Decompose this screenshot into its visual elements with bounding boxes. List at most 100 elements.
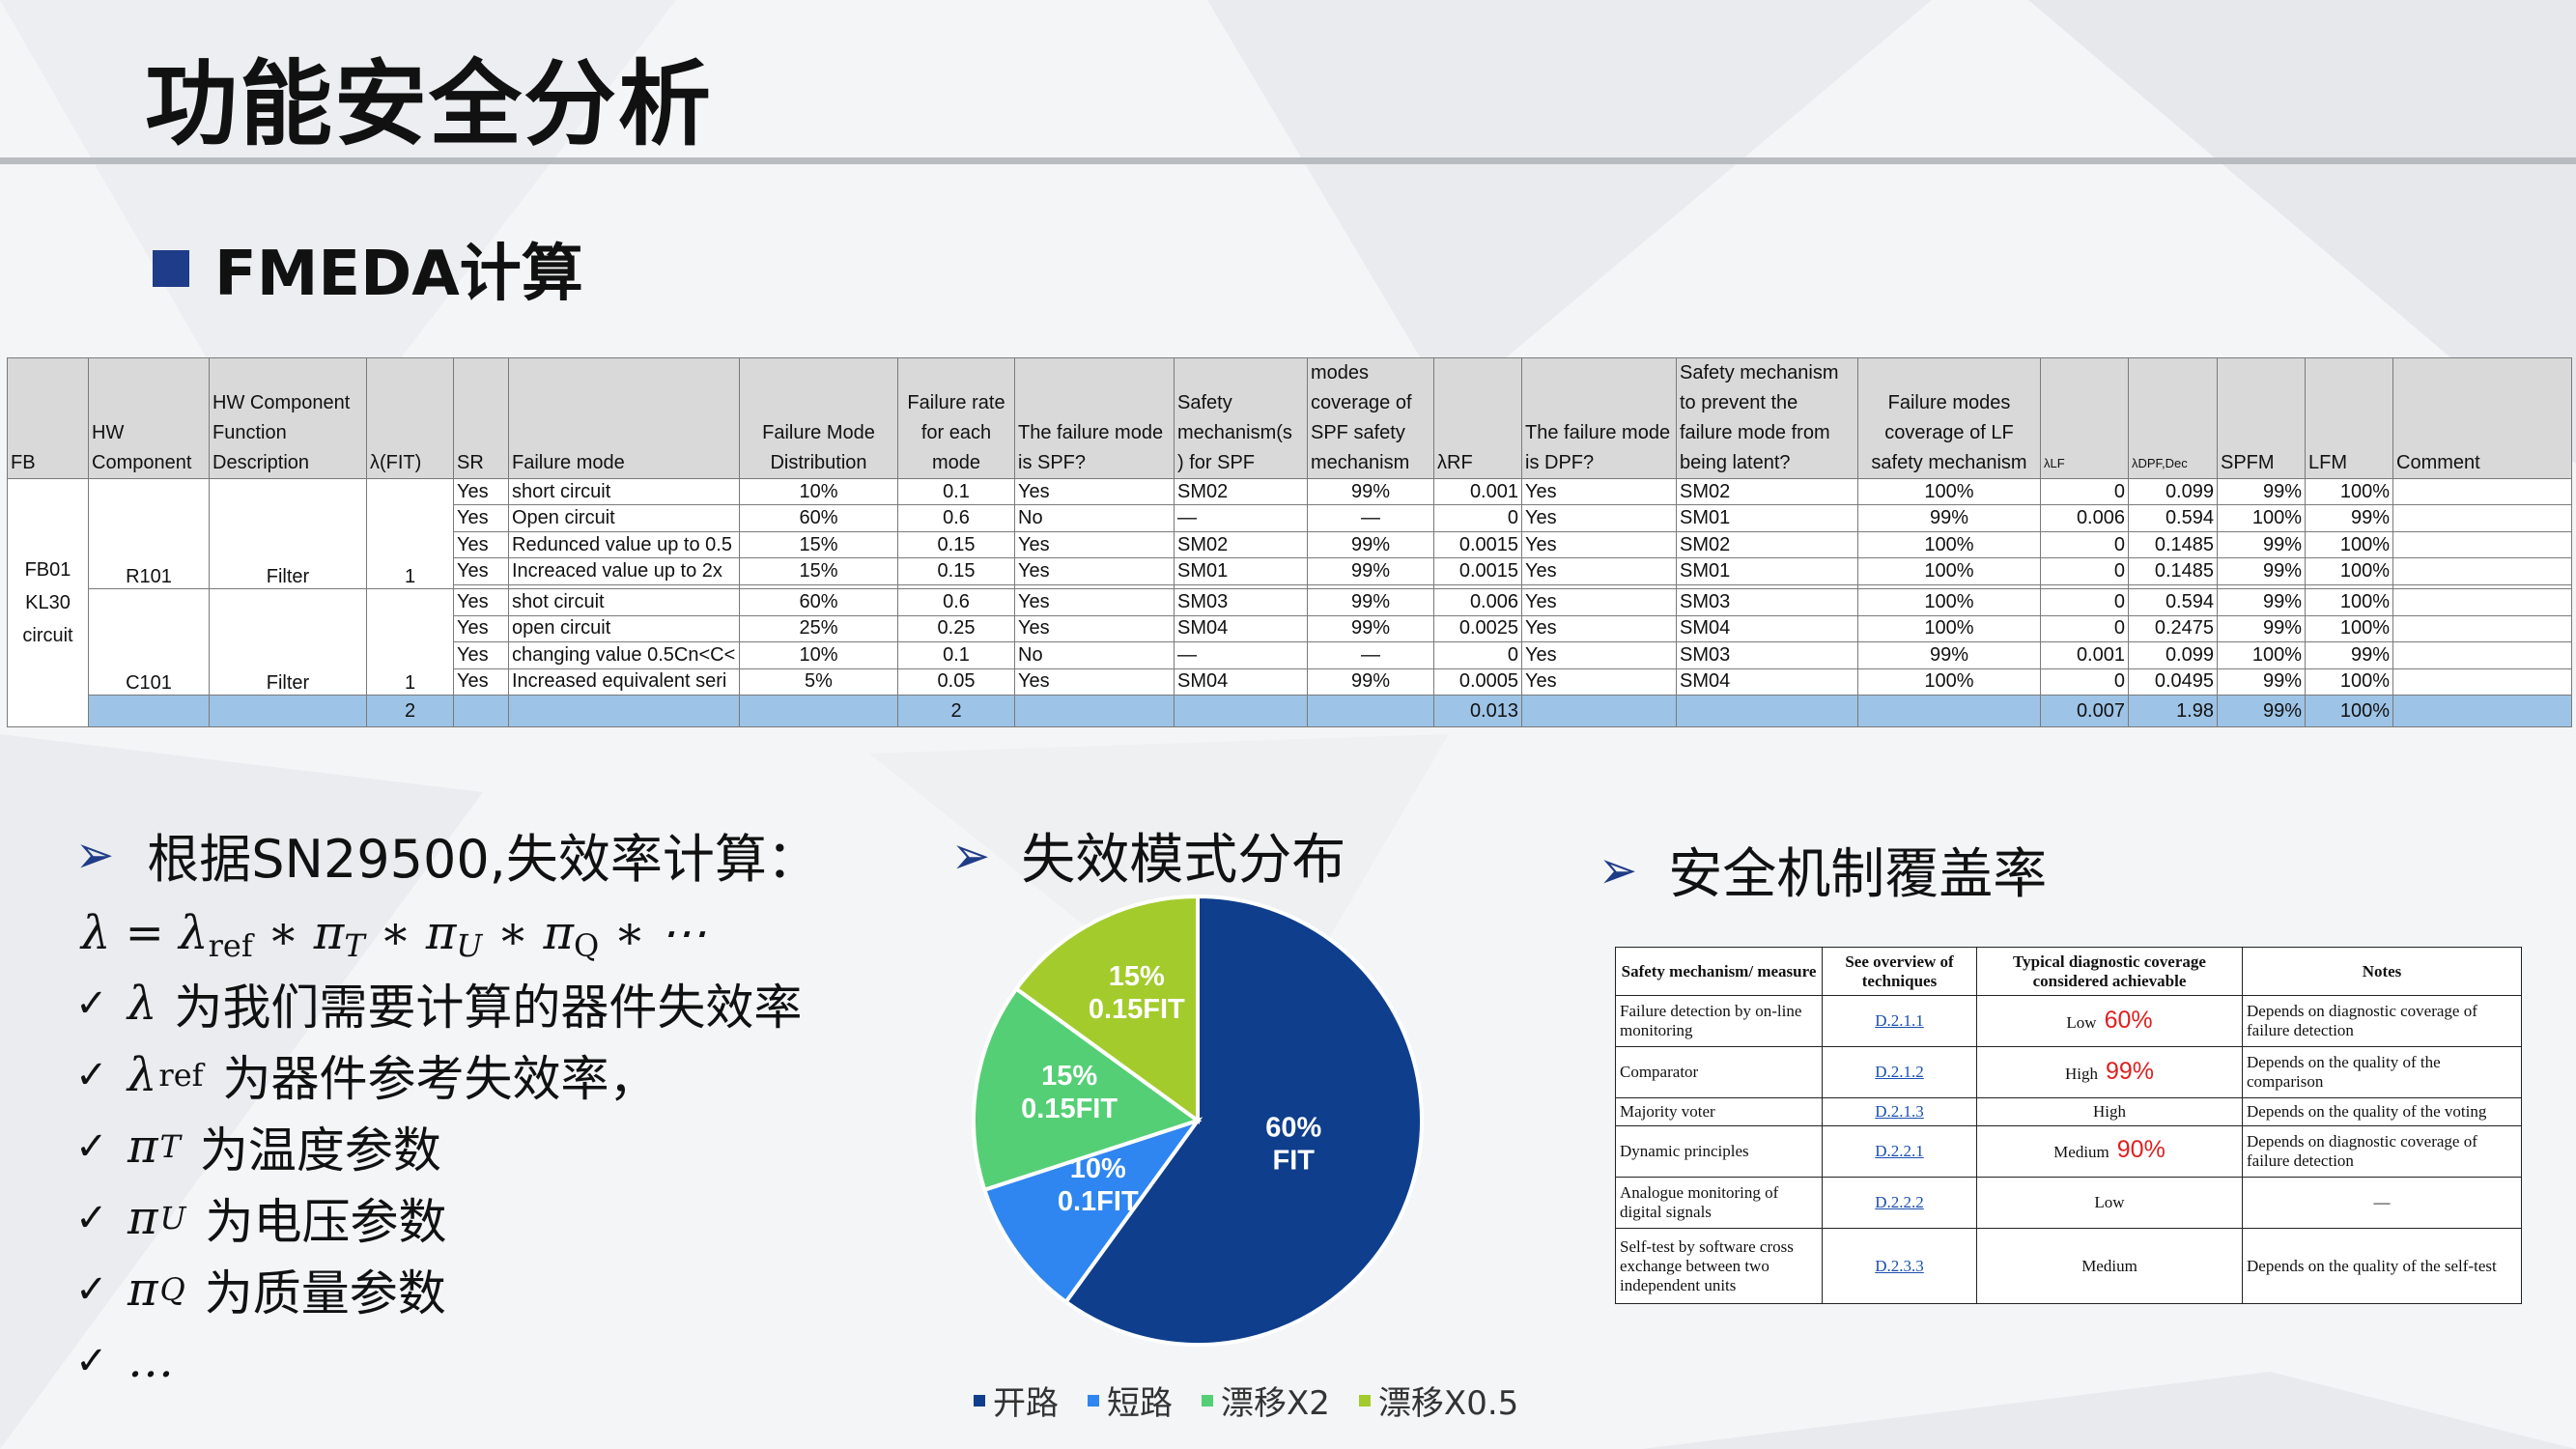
table-cell: — — [1307, 504, 1434, 532]
coverage-level: Medium — [2081, 1256, 2137, 1275]
empty-cell — [1857, 695, 2041, 727]
table-cell: 0 — [1433, 641, 1522, 669]
table-cell: 0.0015 — [1433, 557, 1522, 585]
table-cell: 0.1485 — [2128, 530, 2218, 559]
technique-link[interactable]: D.2.1.1 — [1822, 994, 1977, 1048]
coverage-level-cell: High — [1976, 1097, 2243, 1126]
table-cell: 0.2475 — [2128, 614, 2218, 643]
table-cell: 0.006 — [2040, 504, 2129, 532]
comment-cell — [2392, 641, 2572, 669]
table-cell: 0.0005 — [1433, 668, 1522, 696]
table-cell: Yes — [453, 530, 509, 559]
table-cell: 99% — [1307, 530, 1434, 559]
table-cell: 99% — [2217, 668, 2306, 696]
checkmark-icon: ✓ — [75, 1267, 108, 1312]
coverage-level: High — [2093, 1102, 2126, 1122]
table-cell: SM02 — [1174, 530, 1308, 559]
table-cell: 99% — [1857, 641, 2041, 669]
table-cell: SM04 — [1174, 614, 1308, 643]
table-cell: 99% — [1307, 588, 1434, 616]
table-cell: 100% — [2305, 668, 2393, 696]
coverage-heading-text: 安全机制覆盖率 — [1668, 843, 2048, 906]
failure-rate-formula: λ = λref ∗ πT ∗ πU ∗ πQ ∗ ⋯ — [81, 906, 707, 964]
measure-cell: Self-test by software cross exchange bet… — [1615, 1228, 1823, 1304]
component-component-cell: C101 — [88, 588, 210, 696]
math-symbol: π — [127, 1120, 158, 1174]
empty-cell — [2392, 695, 2572, 727]
table-cell: 0 — [2040, 557, 2129, 585]
technique-link[interactable]: D.2.2.1 — [1822, 1124, 1977, 1178]
header-cell: Failure Mode Distribution — [739, 357, 898, 479]
section-heading-coverage: ➢ 安全机制覆盖率 — [1599, 831, 2047, 909]
header-cell: HW Component — [88, 357, 210, 479]
technique-link[interactable]: D.2.2.2 — [1822, 1176, 1977, 1230]
measure-cell: Comparator — [1615, 1046, 1823, 1099]
math-symbol: π — [127, 1191, 158, 1245]
fmeda-table: FB HW Component HW Component Function De… — [7, 357, 2572, 727]
math-symbol: π — [127, 1263, 158, 1317]
header-cell: Comment — [2392, 357, 2572, 479]
table-cell: 0.0025 — [1433, 614, 1522, 643]
explanation-text: 为我们需要计算的器件失效率 — [174, 980, 803, 1036]
comment-cell — [2392, 477, 2572, 506]
table-cell: Yes — [453, 504, 509, 532]
empty-cell — [1676, 695, 1858, 727]
legend-swatch — [1202, 1394, 1213, 1406]
table-cell: SM03 — [1174, 588, 1308, 616]
table-cell: 99% — [1307, 477, 1434, 506]
legend-swatch — [1358, 1394, 1371, 1406]
header-cell: Failure modes coverage of LF safety mech… — [1857, 357, 2041, 479]
table-cell: Yes — [1014, 477, 1175, 506]
table-cell: No — [1014, 504, 1175, 532]
failure-mode-pie-chart: 60% FIT10% 0.1FIT15% 0.15FIT15% 0.15FIT — [972, 894, 1424, 1347]
checkmark-icon: ✓ — [75, 1339, 108, 1383]
technique-link[interactable]: D.2.1.3 — [1822, 1097, 1977, 1126]
table-cell: 0.099 — [2128, 477, 2218, 506]
table-cell: 100% — [1857, 477, 2041, 506]
math-symbol: … — [127, 1334, 174, 1388]
header-cell: See overview of techniques — [1822, 947, 1977, 996]
table-cell: 100% — [1857, 588, 2041, 616]
table-cell: SM01 — [1676, 557, 1858, 585]
table-cell: 0.6 — [897, 504, 1015, 532]
explanation-text: 为质量参数 — [204, 1265, 446, 1321]
technique-link[interactable]: D.2.1.2 — [1822, 1046, 1977, 1099]
header-cell: HW Component Function Description — [209, 357, 367, 479]
notes-cell: Depends on diagnostic coverage of failur… — [2242, 994, 2522, 1048]
comment-cell — [2392, 504, 2572, 532]
table-cell: 99% — [2305, 641, 2393, 669]
coverage-level-cell: High 99% — [1976, 1046, 2243, 1099]
technique-link[interactable]: D.2.3.3 — [1822, 1228, 1977, 1304]
explanation-text: 为电压参数 — [205, 1194, 447, 1250]
table-cell: SM03 — [1676, 588, 1858, 616]
header-cell: LFM — [2305, 357, 2393, 479]
table-cell: Yes — [1521, 530, 1677, 559]
header-cell: Typical diagnostic coverage considered a… — [1976, 947, 2243, 996]
table-cell: 99% — [2305, 504, 2393, 532]
coverage-header-row: Safety mechanism/ measure See overview o… — [1615, 947, 2522, 996]
table-cell: 100% — [2305, 557, 2393, 585]
table-row: Analogue monitoring of digital signals D.… — [1615, 1176, 2522, 1230]
comment-cell — [2392, 530, 2572, 559]
table-cell: 0.594 — [2128, 588, 2218, 616]
measure-cell: Majority voter — [1615, 1097, 1823, 1126]
explanation-item: ✓ π Q 为质量参数 — [75, 1254, 819, 1325]
total-cell: 100% — [2305, 695, 2393, 727]
table-cell: Yes — [1521, 557, 1677, 585]
header-cell: Safety mechanism to prevent the failure … — [1676, 357, 1858, 479]
comment-cell — [2392, 557, 2572, 585]
table-cell: 0.25 — [897, 614, 1015, 643]
table-cell: 0.001 — [2040, 641, 2129, 669]
table-cell: 0 — [1433, 504, 1522, 532]
comment-cell — [2392, 668, 2572, 696]
empty-cell — [739, 695, 898, 727]
header-cell: modes coverage of SPF safety mechanism — [1307, 357, 1434, 479]
checkmark-icon: ✓ — [75, 1124, 108, 1169]
table-cell: 99% — [1307, 557, 1434, 585]
legend-label: 漂移X0.5 — [1377, 1384, 1519, 1423]
table-cell: changing value 0.5Cn<C< — [508, 641, 740, 669]
empty-cell — [209, 695, 367, 727]
checkmark-icon: ✓ — [75, 1196, 108, 1240]
section-heading-failure-mode-distribution: ➢ 失效模式分布 — [951, 816, 1345, 895]
table-cell: 0.15 — [897, 530, 1015, 559]
